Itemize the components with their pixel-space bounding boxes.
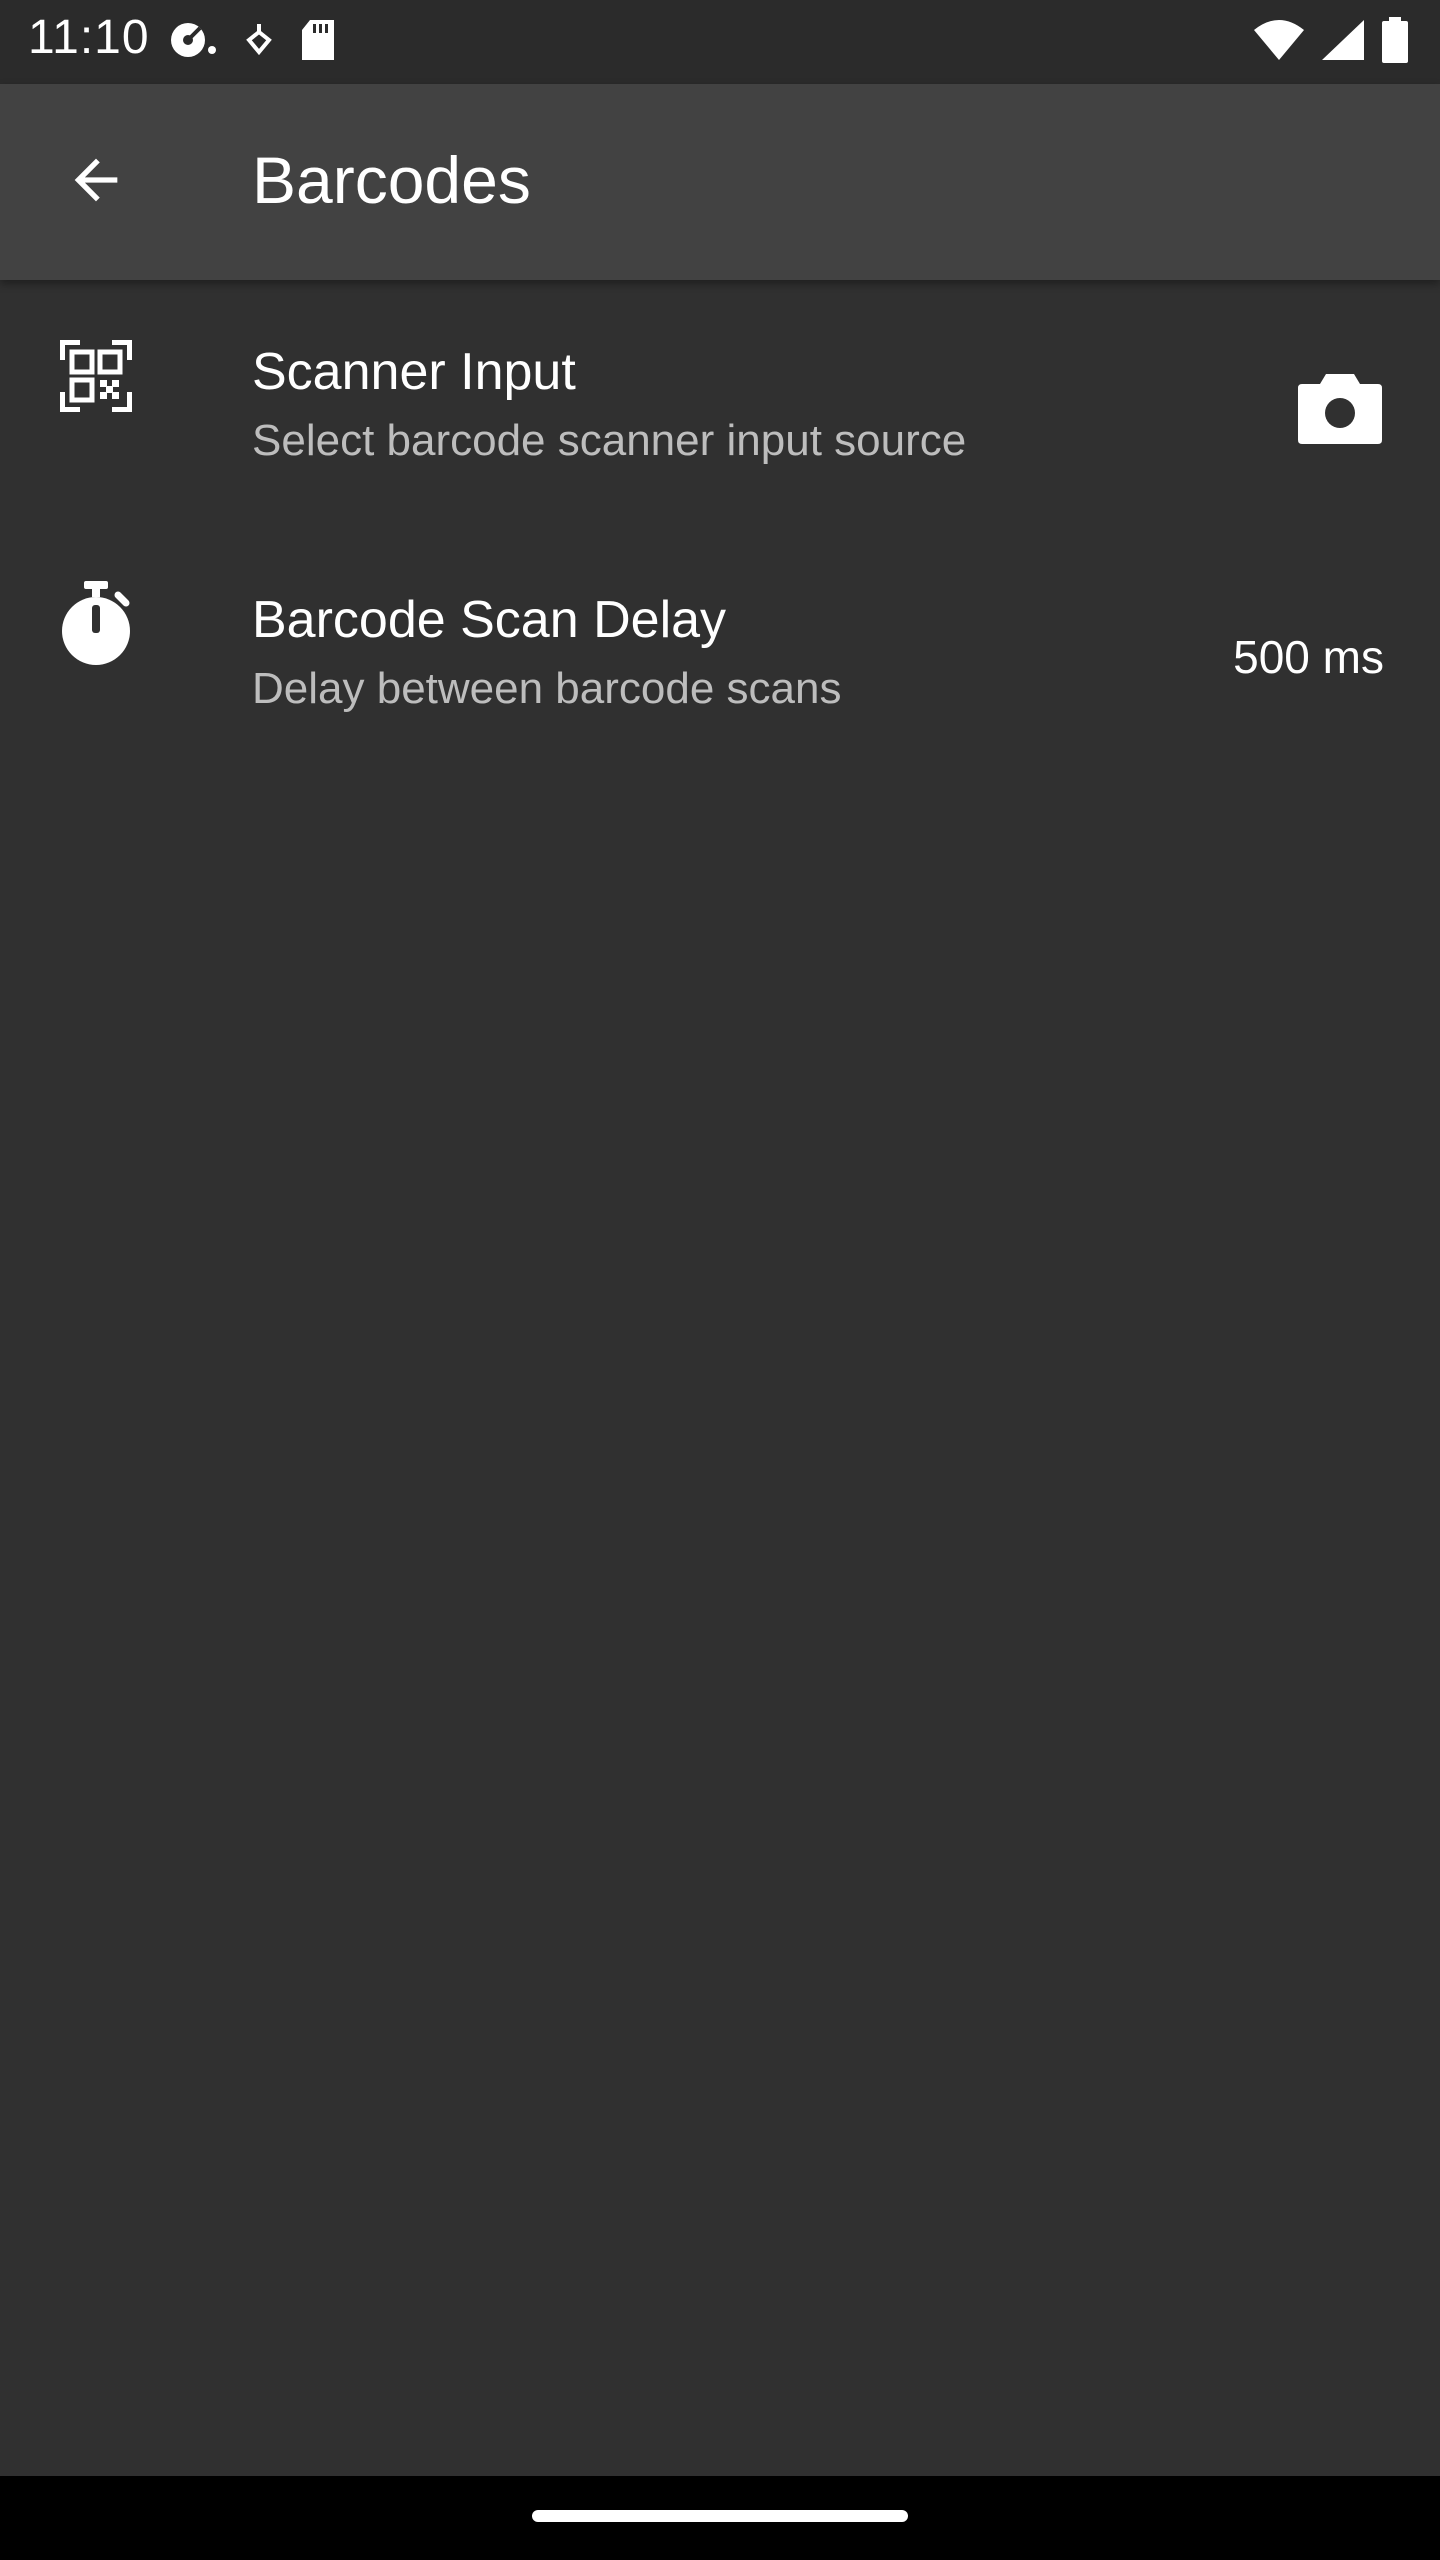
settings-list: Scanner Input Select barcode scanner inp… [0, 280, 1440, 784]
camera-button[interactable] [1296, 368, 1384, 452]
app-bar: Barcodes [0, 84, 1440, 280]
battery-icon [1380, 16, 1410, 68]
page-title: Barcodes [252, 143, 531, 217]
back-button[interactable] [48, 134, 144, 230]
timer-icon [56, 581, 136, 665]
status-bar: 11:10 [0, 0, 1440, 84]
pref-value: 500 ms [1233, 631, 1384, 683]
media-icon [168, 20, 218, 65]
pref-scanner-input[interactable]: Scanner Input Select barcode scanner inp… [0, 280, 1440, 532]
pref-summary: Select barcode scanner input source [252, 416, 967, 465]
status-system-icons [1252, 14, 1410, 70]
qr-code-icon [56, 336, 136, 416]
screen: 11:10 Barcodes Scanner Input Select barc… [0, 0, 1440, 2560]
cell-signal-icon [1320, 18, 1366, 67]
arrow-back-icon [64, 148, 128, 217]
location-icon [244, 20, 274, 65]
pref-value-container: 500 ms [1233, 622, 1384, 692]
pref-title: Scanner Input [252, 343, 576, 401]
wifi-icon [1252, 18, 1306, 67]
camera-icon [1296, 368, 1384, 453]
status-time: 11:10 [28, 11, 150, 64]
home-gesture-handle[interactable] [532, 2510, 908, 2522]
pref-summary: Delay between barcode scans [252, 664, 842, 713]
status-notification-icons [168, 14, 336, 70]
sd-card-icon [300, 18, 336, 67]
pref-title: Barcode Scan Delay [252, 591, 727, 649]
pref-barcode-scan-delay[interactable]: Barcode Scan Delay Delay between barcode… [0, 532, 1440, 784]
navigation-bar [0, 2476, 1440, 2560]
